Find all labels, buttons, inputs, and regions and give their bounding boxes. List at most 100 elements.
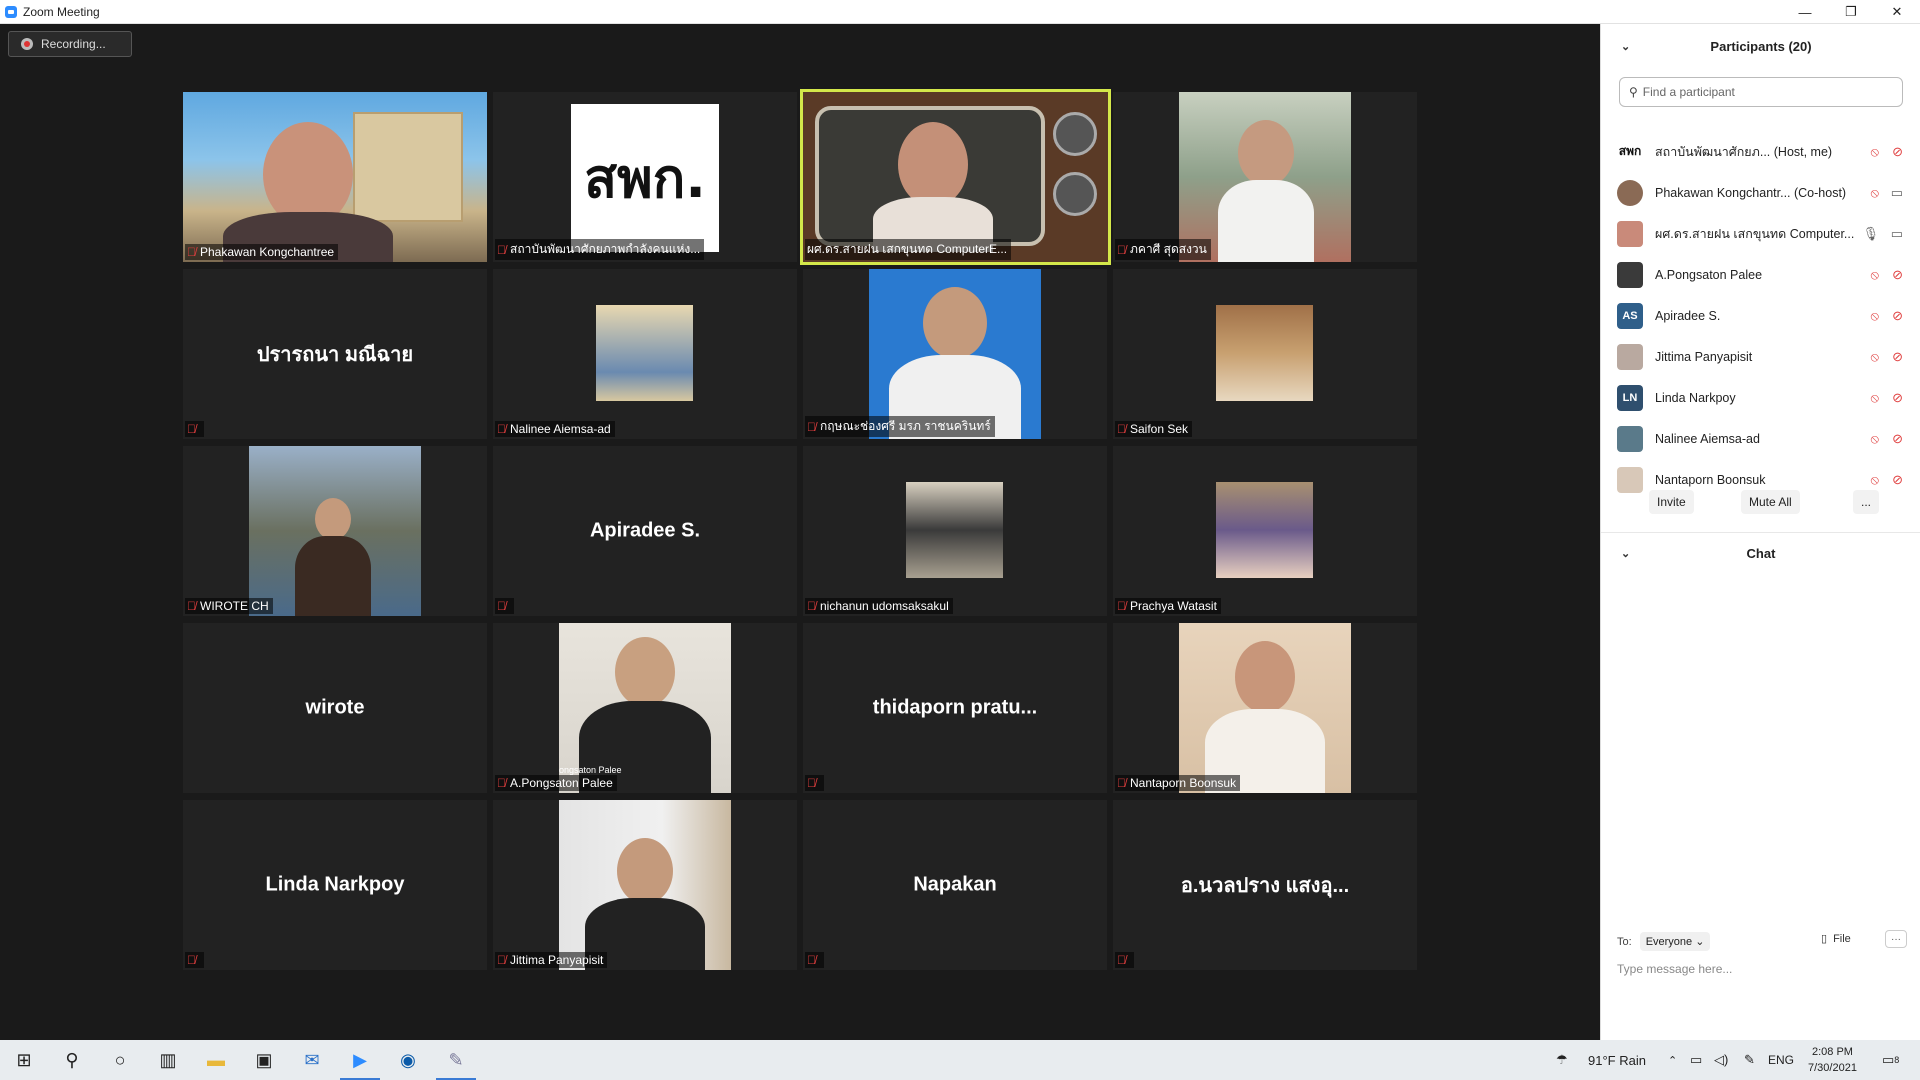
participant-row[interactable]: Nalinee Aiemsa-ad ⦸ ⊘ [1601,418,1920,459]
video-on-icon[interactable]: ▭ [1891,185,1903,201]
video-off-icon[interactable]: ⊘ [1892,308,1903,324]
video-tile[interactable]: 🎙̸ nichanun udomsaksakul [803,446,1107,616]
avatar [1617,220,1643,247]
chevron-down-icon[interactable]: ⌄ [1621,40,1630,53]
muted-mic-icon[interactable]: ⦸ [1871,472,1879,488]
participant-name-label: 🎙̸ Phakawan Kongchantree [185,244,339,260]
muted-mic-icon[interactable]: ⦸ [1871,185,1879,201]
video-tile[interactable]: 🎙̸ Phakawan Kongchantree [183,92,487,262]
muted-mic-icon[interactable]: ⦸ [1871,267,1879,283]
file-explorer-icon[interactable]: ▬ [192,1040,240,1080]
participant-name-label: 🎙̸ Saifon Sek [1115,421,1193,437]
notifications-icon[interactable]: ▭ 8 [1882,1040,1899,1080]
video-tile[interactable]: 🎙̸ Nalinee Aiemsa-ad [493,269,797,439]
participant-name-label: 🎙̸ ภคาศี สุดสงวน [1115,239,1211,260]
zoom-taskbar-icon[interactable]: ▶ [336,1040,384,1080]
video-off-icon[interactable]: ⊘ [1892,144,1903,160]
video-off-icon[interactable]: ⊘ [1892,349,1903,365]
video-tile[interactable]: 🎙̸ Jittima Panyapisit [493,800,797,970]
participant-display-name: thidaporn pratu... [872,696,1038,719]
chat-title: Chat [1746,545,1776,561]
minimize-button[interactable]: — [1782,0,1828,24]
participant-name-label: 🎙̸ [805,952,824,968]
chat-message-input[interactable]: Type message here... [1617,962,1732,976]
participant-row[interactable]: LN Linda Narkpoy ⦸ ⊘ [1601,377,1920,418]
muted-mic-icon[interactable]: ⦸ [1871,390,1879,406]
mic-on-icon[interactable]: 🎙 [1862,226,1879,242]
video-tile[interactable]: 🎙̸ กฤษณะช่องศรี มรภ ราชนครินทร์ [803,269,1107,439]
network-icon[interactable]: ▭ [1690,1040,1702,1080]
muted-mic-icon[interactable]: ⦸ [1871,431,1879,447]
video-tile[interactable]: 🎙̸ ภคาศี สุดสงวน [1113,92,1417,262]
participant-display-name: wirote [305,696,365,719]
video-tile[interactable]: สพก. 🎙̸ สถาบันพัฒนาศักยภาพกำลังคนแห่ง... [493,92,797,262]
video-tile[interactable]: 🎙̸ Saifon Sek [1113,269,1417,439]
video-tile[interactable]: Linda Narkpoy 🎙̸ [183,800,487,970]
pen-icon[interactable]: ✎ [1744,1040,1755,1080]
video-on-icon[interactable]: ▭ [1891,226,1903,242]
participants-header[interactable]: ⌄ Participants (20) [1601,31,1920,61]
windows-taskbar: ⊞ ⚲ ○ ▥ ▬ ▣ ✉ ▶ ◉ ✎ ☂ 91°F Rain ⌃ ▭ ◁) ✎… [0,1040,1920,1080]
muted-mic-icon: 🎙̸ [187,953,196,967]
video-off-icon[interactable]: ⊘ [1892,472,1903,488]
volume-icon[interactable]: ◁) [1714,1040,1728,1080]
muted-mic-icon[interactable]: ⦸ [1871,144,1879,160]
video-tile[interactable]: thidaporn pratu... 🎙̸ [803,623,1107,793]
weather-icon[interactable]: ☂ [1556,1040,1568,1080]
muted-mic-icon[interactable]: ⦸ [1871,349,1879,365]
windows-start-icon[interactable]: ⊞ [0,1040,48,1080]
participant-row[interactable]: AS Apiradee S. ⦸ ⊘ [1601,295,1920,336]
invite-button[interactable]: Invite [1649,490,1694,514]
video-off-icon[interactable]: ⊘ [1892,431,1903,447]
task-view-icon[interactable]: ▥ [144,1040,192,1080]
participant-name-label: 🎙̸ [495,598,514,614]
video-tile[interactable]: Napakan 🎙̸ [803,800,1107,970]
participant-display-name: Apiradee S. [589,519,701,542]
side-panel: ⌄ Participants (20) ⚲ Find a participant… [1600,24,1920,1040]
restore-button[interactable]: ❐ [1828,0,1874,24]
chevron-down-icon[interactable]: ⌄ [1621,547,1630,560]
more-options-button[interactable]: ... [1853,490,1880,514]
muted-mic-icon[interactable]: ⦸ [1871,308,1879,324]
video-off-icon[interactable]: ⊘ [1892,267,1903,283]
cortana-icon[interactable]: ○ [96,1040,144,1080]
video-tile[interactable]: ongsaton Palee 🎙̸ A.Pongsaton Palee [493,623,797,793]
language-indicator[interactable]: ENG [1768,1040,1794,1080]
hp-icon[interactable]: ◉ [384,1040,432,1080]
muted-mic-icon: 🎙̸ [187,422,196,436]
participant-row[interactable]: A.Pongsaton Palee ⦸ ⊘ [1601,254,1920,295]
video-tile-active-speaker[interactable]: ผศ.ดร.สายฝน เสกขุนทด ComputerE... [800,89,1111,265]
video-tile[interactable]: Apiradee S. 🎙̸ [493,446,797,616]
file-icon: ▯ [1821,933,1828,945]
recording-indicator[interactable]: Recording... [8,31,132,57]
file-button[interactable]: ▯ File [1821,932,1851,946]
video-tile[interactable]: wirote [183,623,487,793]
recipient-select[interactable]: Everyone ⌄ [1639,932,1711,951]
video-tile[interactable]: อ.นวลปราง แสงอุ... 🎙̸ [1113,800,1417,970]
participant-row[interactable]: สพก สถาบันพัฒนาศักยภ... (Host, me) ⦸ ⊘ [1601,131,1920,172]
participant-display-name: Napakan [913,873,997,896]
weather-text[interactable]: 91°F Rain [1588,1040,1646,1080]
video-tile[interactable]: 🎙̸ WIROTE CH [183,446,487,616]
participant-display-name: ปรารถนา มณีฉาย [256,344,414,366]
participant-search-input[interactable]: ⚲ Find a participant [1619,77,1903,107]
paint-icon[interactable]: ✎ [432,1040,480,1080]
chat-more-button[interactable]: ··· [1885,930,1907,948]
search-icon[interactable]: ⚲ [48,1040,96,1080]
participant-name-label: 🎙̸ [805,775,824,791]
store-icon[interactable]: ▣ [240,1040,288,1080]
clock[interactable]: 2:08 PM 7/30/2021 [1808,1040,1857,1080]
participant-row[interactable]: Jittima Panyapisit ⦸ ⊘ [1601,336,1920,377]
video-tile[interactable]: ปรารถนา มณีฉาย 🎙̸ [183,269,487,439]
mute-all-button[interactable]: Mute All [1741,490,1800,514]
chat-header[interactable]: ⌄ Chat [1601,538,1920,568]
video-tile[interactable]: 🎙̸ Nantaporn Boonsuk [1113,623,1417,793]
participant-row[interactable]: Phakawan Kongchantr... (Co-host) ⦸ ▭ [1601,172,1920,213]
chevron-up-icon[interactable]: ⌃ [1668,1040,1677,1080]
mail-icon[interactable]: ✉ [288,1040,336,1080]
record-icon [21,38,33,50]
close-button[interactable]: ✕ [1874,0,1920,24]
participant-row[interactable]: ผศ.ดร.สายฝน เสกขุนทด Computer... 🎙 ▭ [1601,213,1920,254]
video-tile[interactable]: 🎙̸ Prachya Watasit [1113,446,1417,616]
video-off-icon[interactable]: ⊘ [1892,390,1903,406]
